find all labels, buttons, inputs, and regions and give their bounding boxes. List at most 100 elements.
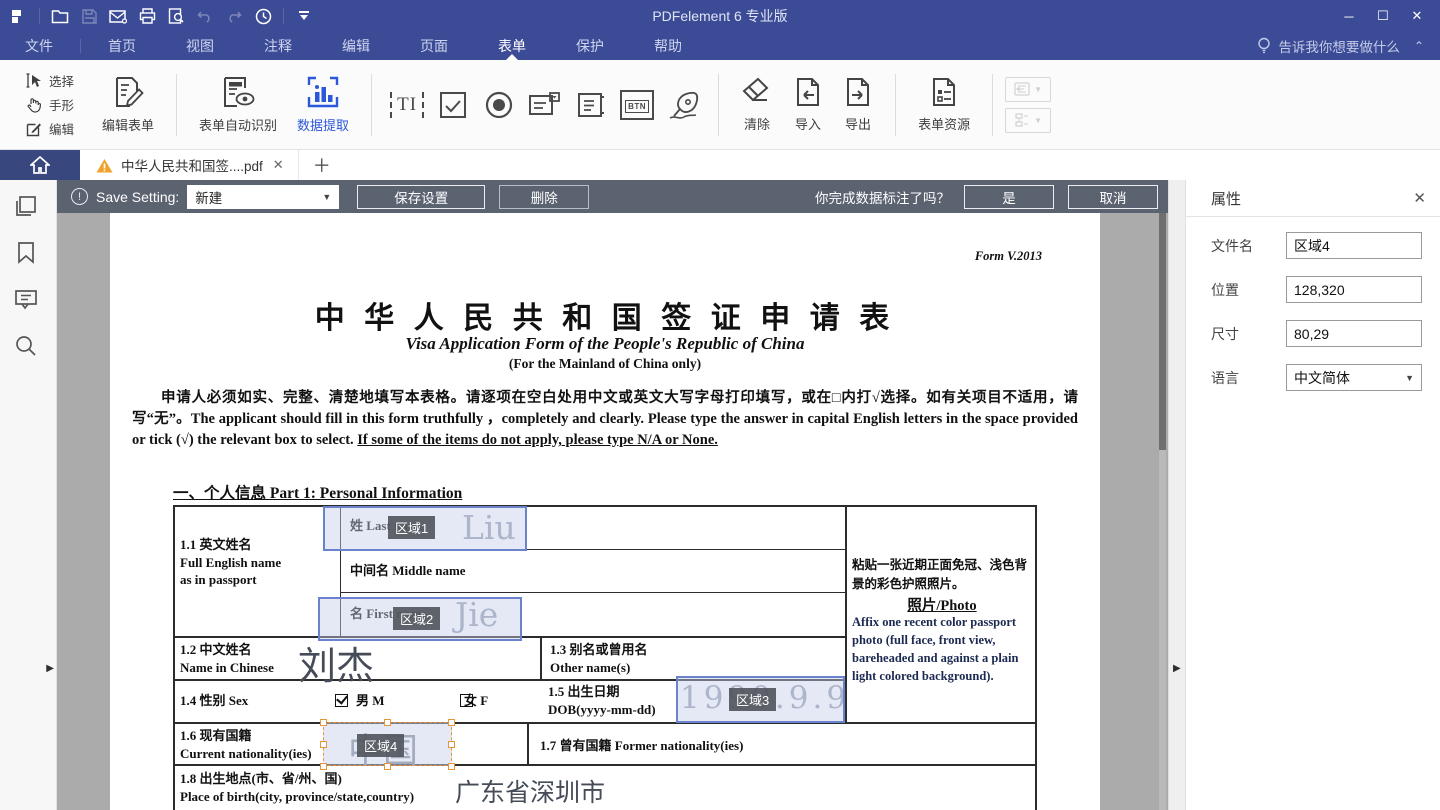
menu-form-label: 表单 bbox=[498, 38, 526, 54]
align-left-icon bbox=[1014, 82, 1030, 96]
select-tool[interactable]: 选择 bbox=[26, 71, 74, 90]
size-input[interactable]: 80,29 bbox=[1286, 320, 1422, 347]
close-button[interactable]: ✕ bbox=[1402, 3, 1432, 29]
export-button[interactable]: 导出 bbox=[833, 72, 883, 137]
region-4-handle[interactable] bbox=[384, 719, 391, 726]
menu-comment[interactable]: 注释 bbox=[260, 32, 296, 60]
tell-me-hint[interactable]: 告诉我你想要做什么 bbox=[1257, 36, 1400, 56]
open-file-icon[interactable] bbox=[51, 7, 69, 25]
yes-button[interactable]: 是 bbox=[964, 184, 1054, 209]
vertical-scrollbar[interactable] bbox=[1159, 213, 1166, 810]
warning-icon bbox=[96, 158, 113, 172]
signature-pen-icon bbox=[669, 91, 699, 119]
align-left-dropdown: ▼ bbox=[1005, 76, 1052, 102]
hand-tool[interactable]: 手形 bbox=[26, 95, 74, 114]
checkbox-icon bbox=[440, 91, 467, 118]
table-line bbox=[540, 636, 542, 679]
preset-dropdown[interactable]: 新建 ▼ bbox=[187, 184, 340, 209]
region-4-handle[interactable] bbox=[448, 741, 455, 748]
language-select[interactable]: 中文简体 ▼ bbox=[1286, 364, 1422, 391]
list-box-tool[interactable] bbox=[568, 75, 614, 135]
maximize-button[interactable]: ☐ bbox=[1368, 3, 1398, 29]
radio-button-tool[interactable] bbox=[476, 75, 522, 135]
home-icon bbox=[30, 156, 50, 174]
edit-form-button[interactable]: 编辑表单 bbox=[92, 71, 164, 138]
region-4-handle[interactable] bbox=[448, 763, 455, 770]
ribbon-toolbar: 选择 手形 编辑 编辑表单 表单自动识别 数据提取 TI BTN 清除 导入 导… bbox=[0, 60, 1440, 150]
region-4-handle[interactable] bbox=[384, 763, 391, 770]
checkbox-tool[interactable] bbox=[430, 75, 476, 135]
position-input[interactable]: 128,320 bbox=[1286, 276, 1422, 303]
print-icon[interactable] bbox=[138, 7, 156, 25]
select-cursor-icon bbox=[26, 72, 41, 88]
left-sidebar: ▶ bbox=[0, 180, 57, 810]
import-label: 导入 bbox=[795, 117, 822, 132]
menu-page[interactable]: 页面 bbox=[416, 32, 452, 60]
comments-panel-icon[interactable] bbox=[13, 287, 39, 313]
tell-me-label: 告诉我你想要做什么 bbox=[1278, 40, 1400, 55]
left-panel-expander[interactable]: ▶ bbox=[46, 663, 54, 674]
text-field-tool[interactable]: TI bbox=[384, 75, 430, 135]
right-panel-strip: ▶ bbox=[1168, 180, 1185, 810]
region-4-handle[interactable] bbox=[320, 741, 327, 748]
clear-button[interactable]: 清除 bbox=[731, 72, 783, 137]
import-button[interactable]: 导入 bbox=[783, 72, 833, 137]
save-setting-label: Save Setting: bbox=[96, 188, 180, 205]
minimize-button[interactable]: ─ bbox=[1334, 3, 1364, 29]
cancel-button[interactable]: 取消 bbox=[1068, 184, 1158, 209]
region-4-handle[interactable] bbox=[320, 763, 327, 770]
ribbon-separator bbox=[895, 73, 897, 136]
delete-button[interactable]: 删除 bbox=[499, 184, 590, 209]
menu-form[interactable]: 表单 bbox=[494, 32, 530, 60]
language-dropdown-arrow-icon: ▼ bbox=[1405, 372, 1414, 383]
table-line bbox=[173, 764, 1037, 766]
history-icon[interactable] bbox=[254, 7, 272, 25]
digital-signature-tool[interactable] bbox=[660, 75, 706, 135]
filename-input[interactable]: 区域4 bbox=[1286, 232, 1422, 259]
form-recognition-button[interactable]: 表单自动识别 bbox=[189, 71, 287, 138]
scrollbar-thumb[interactable] bbox=[1159, 213, 1166, 450]
region-4-handle[interactable] bbox=[448, 719, 455, 726]
collapse-ribbon-icon[interactable]: ⌃ bbox=[1414, 39, 1424, 53]
tab-close-icon[interactable]: ✕ bbox=[271, 157, 286, 173]
preview-icon[interactable] bbox=[167, 7, 185, 25]
menu-protect[interactable]: 保护 bbox=[572, 32, 608, 60]
region-4-handle[interactable] bbox=[320, 719, 327, 726]
save-settings-button[interactable]: 保存设置 bbox=[357, 184, 486, 209]
data-extraction-button[interactable]: 数据提取 bbox=[287, 71, 359, 138]
home-tab-button[interactable] bbox=[0, 150, 80, 180]
quick-access-menu-icon[interactable] bbox=[295, 7, 313, 25]
bookmarks-panel-icon[interactable] bbox=[13, 240, 39, 266]
titlebar-separator bbox=[283, 8, 284, 24]
email-icon[interactable] bbox=[109, 7, 127, 25]
region-2-label: 区域2 bbox=[393, 607, 441, 630]
right-panel-expander[interactable]: ▶ bbox=[1173, 663, 1181, 674]
redo-icon bbox=[225, 7, 243, 25]
save-icon bbox=[80, 7, 98, 25]
document-tab[interactable]: 中华人民共和国签....pdf ✕ bbox=[80, 150, 299, 180]
middle-name-label: 中间名 Middle name bbox=[350, 563, 466, 578]
menu-file[interactable]: 文件 bbox=[21, 32, 57, 60]
combo-box-tool[interactable] bbox=[522, 75, 568, 135]
size-label: 尺寸 bbox=[1211, 325, 1239, 342]
properties-close-icon[interactable]: ✕ bbox=[1413, 189, 1426, 207]
search-panel-icon[interactable] bbox=[13, 333, 39, 359]
field-1-6-label: 1.6 现有国籍 Current nationality(ies) bbox=[180, 728, 312, 761]
ribbon-separator bbox=[176, 73, 178, 136]
radio-button-icon bbox=[485, 91, 513, 118]
menu-help[interactable]: 帮助 bbox=[650, 32, 686, 60]
menu-edit[interactable]: 编辑 bbox=[338, 32, 374, 60]
form-resources-button[interactable]: 表单资源 bbox=[908, 72, 980, 137]
menu-view[interactable]: 视图 bbox=[182, 32, 218, 60]
clear-label: 清除 bbox=[744, 117, 771, 132]
button-field-tool[interactable]: BTN bbox=[614, 75, 660, 135]
import-icon bbox=[797, 78, 820, 106]
menu-bar: 文件 首页 视图 注释 编辑 页面 表单 保护 帮助 告诉我你想要做什么 ⌃ bbox=[0, 32, 1440, 60]
titlebar-separator bbox=[39, 8, 40, 24]
app-logo-icon bbox=[10, 7, 28, 25]
edit-tool[interactable]: 编辑 bbox=[26, 119, 74, 138]
new-tab-button[interactable]: ＋ bbox=[299, 150, 345, 180]
thumbnails-panel-icon[interactable] bbox=[13, 194, 39, 220]
dropdown-arrow-icon: ▼ bbox=[322, 191, 332, 202]
menu-home[interactable]: 首页 bbox=[104, 32, 140, 60]
